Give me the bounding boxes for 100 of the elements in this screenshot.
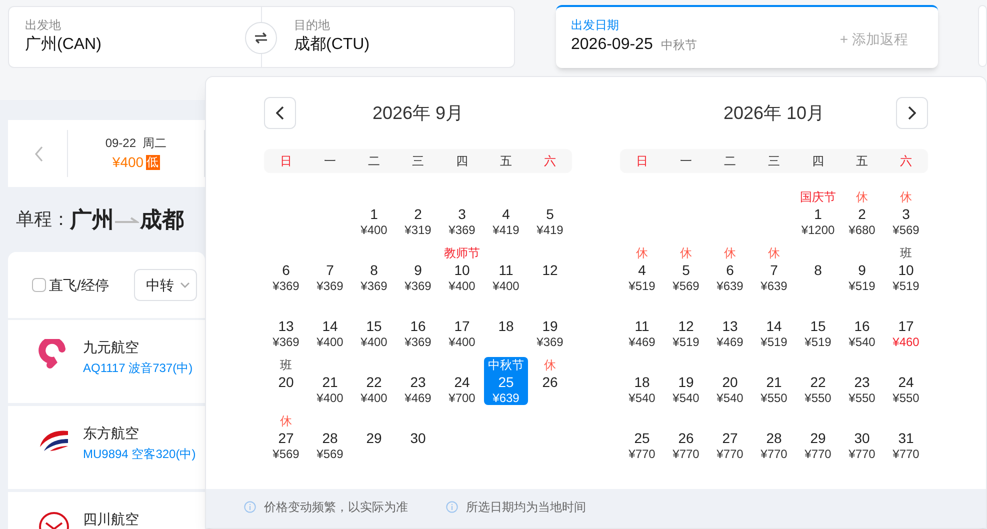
day-price: ¥369 xyxy=(272,335,300,349)
calendar-day[interactable]: 1 ¥400 xyxy=(352,189,396,237)
calendar-day[interactable]: 24 ¥550 xyxy=(884,357,928,405)
next-month-button[interactable] xyxy=(896,97,928,129)
calendar-day[interactable]: 班 10 ¥519 xyxy=(884,245,928,293)
calendar-day[interactable]: 14 ¥400 xyxy=(308,301,352,349)
calendar-day[interactable]: 15 ¥519 xyxy=(796,301,840,349)
calendar-day[interactable]: 5 ¥419 xyxy=(528,189,572,237)
calendar-day[interactable]: 国庆节 1 ¥1200 xyxy=(796,189,840,237)
calendar-day[interactable]: 9 ¥369 xyxy=(396,245,440,293)
calendar-day[interactable]: 15 ¥400 xyxy=(352,301,396,349)
weekday-label: 六 xyxy=(899,153,913,170)
day-number: 28 xyxy=(766,429,782,447)
flight-number-link[interactable]: AQ1117 波音737(中) xyxy=(83,359,193,377)
calendar-day[interactable]: 18 xyxy=(484,301,528,349)
day-tag: 班 xyxy=(280,357,292,373)
previous-month-button[interactable] xyxy=(264,97,296,129)
day-price: ¥1200 xyxy=(801,223,835,237)
calendar-day[interactable]: 26 ¥770 xyxy=(664,413,708,461)
calendar-day[interactable]: 17 ¥460 xyxy=(884,301,928,349)
calendar-day[interactable]: 7 ¥369 xyxy=(308,245,352,293)
day-number: 25 xyxy=(634,429,650,447)
calendar-day[interactable]: 休 4 ¥519 xyxy=(620,245,664,293)
calendar-day[interactable]: 28 ¥569 xyxy=(308,413,352,461)
calendar-day[interactable]: 30 xyxy=(396,413,440,461)
calendar-day[interactable]: 13 ¥469 xyxy=(708,301,752,349)
day-price: ¥369 xyxy=(316,279,344,293)
calendar-day[interactable]: 中秋节 25 ¥639 xyxy=(484,357,528,405)
day-number: 10 xyxy=(454,261,470,279)
day-number: 18 xyxy=(634,373,650,391)
flight-number-link[interactable]: MU9894 空客320(中) xyxy=(83,445,196,463)
calendar-day[interactable]: 11 ¥469 xyxy=(620,301,664,349)
calendar-day[interactable]: 休 6 ¥639 xyxy=(708,245,752,293)
calendar-day[interactable]: 21 ¥550 xyxy=(752,357,796,405)
calendar-day[interactable]: 8 xyxy=(796,245,840,293)
calendar-day[interactable]: 19 ¥369 xyxy=(528,301,572,349)
airline-name: 九元航空 xyxy=(83,339,140,355)
swap-button[interactable] xyxy=(245,22,277,54)
calendar-day[interactable]: 30 ¥770 xyxy=(840,413,884,461)
day-price: ¥369 xyxy=(360,279,388,293)
day-tag: 教师节 xyxy=(444,245,480,261)
calendar-day[interactable]: 20 ¥540 xyxy=(708,357,752,405)
airline-name: 四川航空 xyxy=(83,511,139,527)
calendar-day[interactable]: 14 ¥519 xyxy=(752,301,796,349)
day-price: ¥419 xyxy=(492,223,520,237)
weekday-label: 日 xyxy=(635,153,649,170)
day-price: ¥519 xyxy=(804,335,832,349)
calendar-day[interactable]: 16 ¥369 xyxy=(396,301,440,349)
calendar-day[interactable]: 29 ¥770 xyxy=(796,413,840,461)
origin-field[interactable]: 广州(CAN) xyxy=(25,33,102,57)
calendar-day[interactable]: 9 ¥519 xyxy=(840,245,884,293)
calendar-day[interactable]: 21 ¥400 xyxy=(308,357,352,405)
calendar-day[interactable]: 13 ¥369 xyxy=(264,301,308,349)
calendar-day[interactable]: 24 ¥700 xyxy=(440,357,484,405)
calendar-day[interactable]: 12 xyxy=(528,245,572,293)
calendar-day[interactable]: 25 ¥770 xyxy=(620,413,664,461)
day-price: ¥770 xyxy=(804,447,832,461)
day-price: ¥550 xyxy=(848,391,876,405)
transfer-dropdown[interactable]: 中转 xyxy=(134,269,197,301)
calendar-day[interactable]: 6 ¥369 xyxy=(264,245,308,293)
calendar-day[interactable]: 12 ¥519 xyxy=(664,301,708,349)
day-price: ¥550 xyxy=(804,391,832,405)
calendar-day[interactable]: 23 ¥469 xyxy=(396,357,440,405)
flight-card[interactable]: 九元航空 AQ1117 波音737(中) xyxy=(8,320,205,403)
calendar-day[interactable]: 22 ¥550 xyxy=(796,357,840,405)
calendar-day[interactable]: 28 ¥770 xyxy=(752,413,796,461)
day-price: ¥460 xyxy=(892,335,920,349)
day-price: ¥540 xyxy=(672,391,700,405)
calendar-day[interactable]: 休 2 ¥680 xyxy=(840,189,884,237)
day-number: 1 xyxy=(370,205,378,223)
calendar-day[interactable]: 休 27 ¥569 xyxy=(264,413,308,461)
calendar-day[interactable]: 休 26 xyxy=(528,357,572,405)
calendar-day[interactable]: 22 ¥400 xyxy=(352,357,396,405)
calendar-day[interactable]: 教师节 10 ¥400 xyxy=(440,245,484,293)
calendar-day[interactable]: 4 ¥419 xyxy=(484,189,528,237)
flight-card[interactable]: 四川航空 xyxy=(8,492,205,529)
calendar-day[interactable]: 23 ¥550 xyxy=(840,357,884,405)
calendar-day[interactable]: 休 3 ¥569 xyxy=(884,189,928,237)
calendar-day[interactable]: 班 20 xyxy=(264,357,308,405)
calendar-day[interactable]: 27 ¥770 xyxy=(708,413,752,461)
calendar-day[interactable]: 3 ¥369 xyxy=(440,189,484,237)
date-card[interactable]: 出发日期 2026-09-25 中秋节 + 添加返程 xyxy=(556,5,938,68)
calendar-day[interactable]: 29 xyxy=(352,413,396,461)
calendar-day[interactable]: 18 ¥540 xyxy=(620,357,664,405)
calendar-day[interactable]: 休 7 ¥639 xyxy=(752,245,796,293)
calendar-day[interactable]: 8 ¥369 xyxy=(352,245,396,293)
day-number: 3 xyxy=(902,205,910,223)
day-number: 13 xyxy=(722,317,738,335)
weekday-label: 五 xyxy=(855,153,869,170)
calendar-day[interactable]: 31 ¥770 xyxy=(884,413,928,461)
calendar-day[interactable]: 11 ¥400 xyxy=(484,245,528,293)
calendar-day[interactable]: 休 5 ¥569 xyxy=(664,245,708,293)
calendar-day[interactable]: 16 ¥540 xyxy=(840,301,884,349)
calendar-day[interactable]: 19 ¥540 xyxy=(664,357,708,405)
calendar-day[interactable]: 2 ¥319 xyxy=(396,189,440,237)
flight-card[interactable]: 东方航空 MU9894 空客320(中) xyxy=(8,406,205,489)
checkbox[interactable] xyxy=(32,278,46,292)
calendar-day[interactable]: 17 ¥400 xyxy=(440,301,484,349)
date-tab[interactable]: 09-22 周二 ¥400 低 xyxy=(68,120,204,187)
destination-field[interactable]: 成都(CTU) xyxy=(294,33,514,57)
